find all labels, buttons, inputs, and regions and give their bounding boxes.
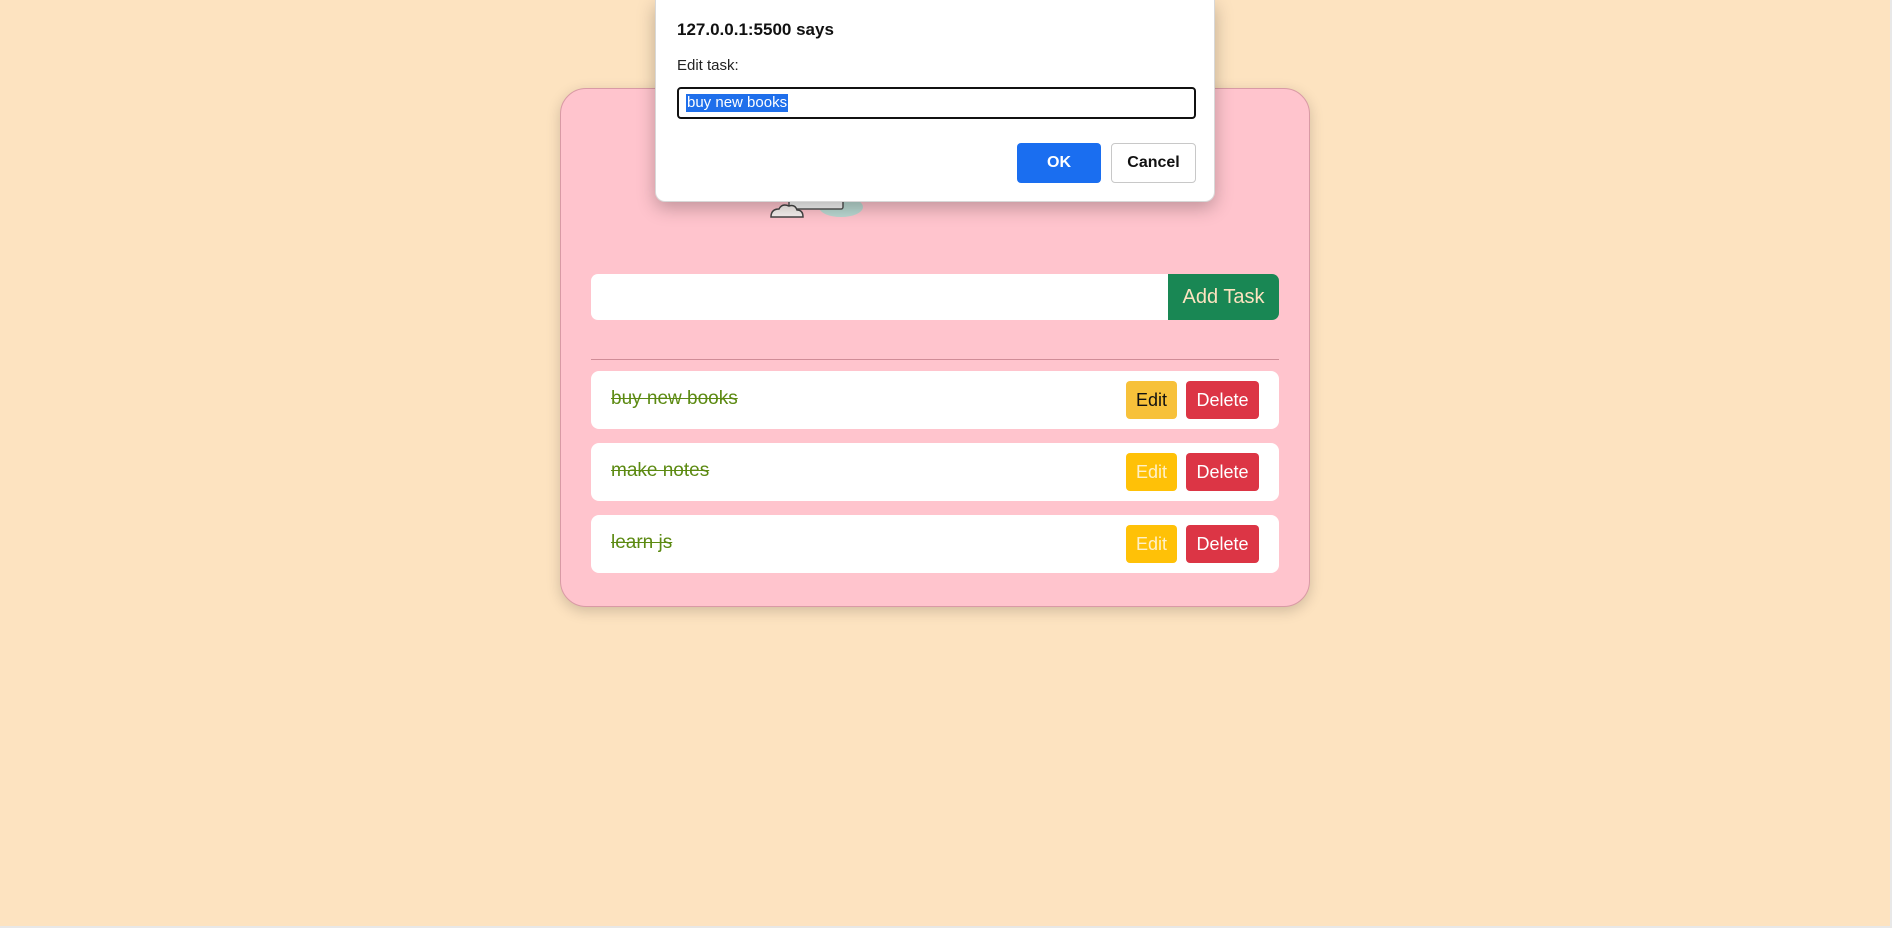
edit-button[interactable]: Edit — [1126, 381, 1177, 419]
task-item: learn js Edit Delete — [591, 515, 1279, 573]
edit-button[interactable]: Edit — [1126, 525, 1177, 563]
edit-button[interactable]: Edit — [1126, 453, 1177, 491]
dialog-text-input[interactable]: buy new books — [677, 87, 1196, 119]
dialog-input-value: buy new books — [686, 94, 789, 112]
delete-button[interactable]: Delete — [1186, 381, 1259, 419]
task-item: buy new books Edit Delete — [591, 371, 1279, 429]
delete-button[interactable]: Delete — [1186, 525, 1259, 563]
delete-button[interactable]: Delete — [1186, 453, 1259, 491]
prompt-dialog: 127.0.0.1:5500 says Edit task: buy new b… — [655, 0, 1215, 202]
cancel-button[interactable]: Cancel — [1111, 143, 1196, 183]
task-item: make notes Edit Delete — [591, 443, 1279, 501]
task-text[interactable]: make notes — [611, 460, 709, 482]
add-task-button[interactable]: Add Task — [1168, 274, 1279, 320]
task-input[interactable] — [591, 274, 1168, 320]
task-text[interactable]: learn js — [611, 532, 672, 554]
page-viewport: Add Task buy new books Edit Delete make … — [0, 0, 1892, 928]
dialog-title: 127.0.0.1:5500 says — [677, 20, 834, 39]
divider — [591, 359, 1279, 360]
ok-button[interactable]: OK — [1017, 143, 1101, 183]
dialog-message: Edit task: — [677, 57, 739, 74]
task-text[interactable]: buy new books — [611, 388, 738, 410]
